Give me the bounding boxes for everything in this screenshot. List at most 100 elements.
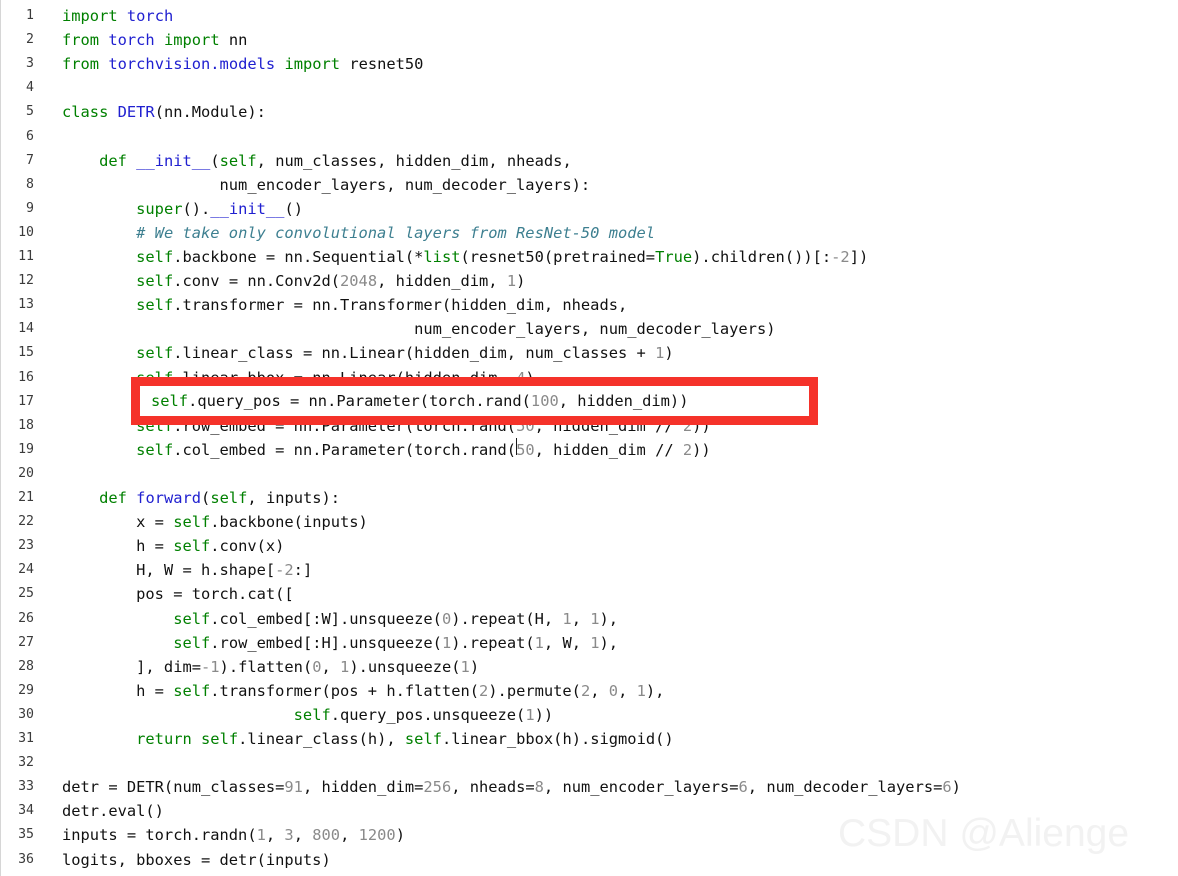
code-token: self (210, 489, 248, 507)
line-text: self.conv = nn.Conv2d(2048, hidden_dim, … (62, 269, 525, 293)
code-line[interactable]: 3 from torchvision.models import resnet50 (0, 52, 1178, 76)
code-line[interactable]: 29 h = self.transformer(pos + h.flatten(… (0, 679, 1178, 703)
code-line[interactable]: 30 self.query_pos.unsqueeze(1)) (0, 703, 1178, 727)
code-token: ).flatten( (219, 657, 313, 676)
code-line[interactable]: 7 def __init__(self, num_classes, hidden… (0, 149, 1178, 173)
code-token: logits, bboxes = detr(inputs) (62, 850, 331, 869)
line-number: 17 (18, 393, 34, 409)
code-token: detr = DETR(num_classes= (62, 778, 285, 797)
code-token: 6 (738, 778, 748, 797)
code-token: .linear_class(h), (238, 730, 405, 748)
code-token: )) (534, 705, 554, 724)
code-line[interactable]: 33 detr = DETR(num_classes=91, hidden_dim… (0, 775, 1178, 799)
code-token: x = (62, 513, 174, 532)
code-line[interactable]: 26 self.col_embed[:W].unsqueeze(0).repea… (0, 607, 1178, 631)
code-line[interactable]: 31 return self.linear_class(h), self.lin… (0, 727, 1178, 751)
code-token: class (62, 103, 109, 122)
code-token: 1 (562, 609, 572, 628)
line-text: from torch import nn (62, 28, 247, 52)
code-token: .transformer = nn.Transformer(hidden_dim… (173, 296, 628, 315)
code-token: , (340, 826, 359, 845)
code-line[interactable]: 32 (0, 751, 1178, 775)
line-number: 28 (18, 658, 34, 674)
code-line[interactable]: 4 (0, 76, 1178, 100)
code-line[interactable]: 22 x = self.backbone(inputs) (0, 510, 1178, 534)
code-token: 6 (942, 778, 952, 797)
highlighted-code-line: self.query_pos = nn.Parameter(torch.rand… (140, 386, 809, 416)
code-line[interactable]: 19 self.col_embed = nn.Parameter(torch.r… (0, 438, 1178, 462)
code-line[interactable]: 23 h = self.conv(x) (0, 534, 1178, 558)
code-token: ) (664, 344, 674, 363)
code-line[interactable]: 24 H, W = h.shape[-2:] (0, 558, 1178, 582)
code-token: forward (136, 489, 202, 507)
code-token: 1 (460, 657, 470, 676)
code-line[interactable]: 15 self.linear_class = nn.Linear(hidden_… (0, 341, 1178, 365)
code-token: 800 (312, 826, 341, 845)
line-text: detr.eval() (62, 799, 164, 823)
line-number: 7 (26, 152, 34, 168)
code-token: , hidden_dim= (302, 778, 424, 797)
code-token: 91 (284, 778, 303, 797)
code-line[interactable]: 2 from torch import nn (0, 28, 1178, 52)
code-line[interactable]: 13 self.transformer = nn.Transformer(hid… (0, 293, 1178, 317)
code-token: torchvision.models (108, 55, 276, 74)
code-token: import (62, 7, 118, 25)
line-number: 14 (18, 321, 34, 337)
code-token: .row_embed[:H].unsqueeze( (210, 633, 442, 652)
code-line[interactable]: 25 pos = torch.cat([ (0, 582, 1178, 606)
code-line[interactable]: 6 (0, 125, 1178, 149)
line-number: 29 (18, 682, 34, 698)
code-token: __init__ (210, 199, 285, 218)
code-line[interactable]: 9 super().__init__() (0, 197, 1178, 221)
code-line[interactable]: 11 self.backbone = nn.Sequential(*list(r… (0, 245, 1178, 269)
code-token: self (136, 440, 174, 459)
code-token: (nn.Module): (154, 103, 266, 122)
code-token: .query_pos.unsqueeze( (330, 705, 526, 724)
code-line[interactable]: 21 def forward(self, inputs): (0, 486, 1178, 510)
code-line[interactable]: 14 num_encoder_layers, num_decoder_layer… (0, 317, 1178, 341)
code-token: self (173, 609, 211, 628)
code-token: (). (182, 199, 211, 218)
code-token: .transformer(pos + h.flatten( (210, 681, 479, 700)
line-number: 33 (18, 779, 34, 795)
code-line[interactable]: 12 self.conv = nn.Conv2d(2048, hidden_di… (0, 269, 1178, 293)
code-token: pos = torch.cat([ (62, 585, 294, 604)
code-token: ( (210, 151, 220, 170)
line-text: h = self.conv(x) (62, 534, 284, 558)
code-token: (resnet50(pretrained= (460, 248, 656, 266)
code-token: self (136, 272, 174, 291)
code-token: 3 (284, 826, 294, 845)
code-token: self (293, 705, 331, 724)
code-token: 0 (441, 609, 452, 628)
line-number: 35 (18, 827, 34, 843)
line-text: self.backbone = nn.Sequential(*list(resn… (62, 245, 868, 269)
code-line[interactable]: 27 self.row_embed[:H].unsqueeze(1).repea… (0, 631, 1178, 655)
code-listing[interactable]: 1 import torch 2 from torch import nn 3 from … (0, 0, 1178, 876)
code-token: def (99, 151, 127, 170)
code-token: self (136, 296, 174, 315)
code-token: True (655, 248, 693, 266)
code-line[interactable]: 1 import torch (0, 4, 1178, 28)
code-line[interactable]: 20 (0, 462, 1178, 486)
code-token: , (265, 826, 285, 845)
code-token: , nheads= (451, 778, 535, 797)
code-line[interactable]: 5 class DETR(nn.Module): (0, 100, 1178, 124)
code-token: self (219, 151, 257, 170)
code-line[interactable]: 10 # We take only convolutional layers f… (0, 221, 1178, 245)
code-token: 2 (479, 681, 489, 700)
code-token: self (173, 537, 211, 556)
code-token: nn (219, 31, 248, 50)
code-token: 2 (580, 681, 591, 700)
code-line[interactable]: 8 num_encoder_layers, num_decoder_layers… (0, 173, 1178, 197)
code-token: .col_embed = nn.Parameter(torch.rand( (173, 440, 517, 459)
code-line[interactable]: 28 ], dim=-1).flatten(0, 1).unsqueeze(1) (0, 655, 1178, 679)
code-screenshot: 1 import torch 2 from torch import nn 3 from … (0, 0, 1178, 876)
